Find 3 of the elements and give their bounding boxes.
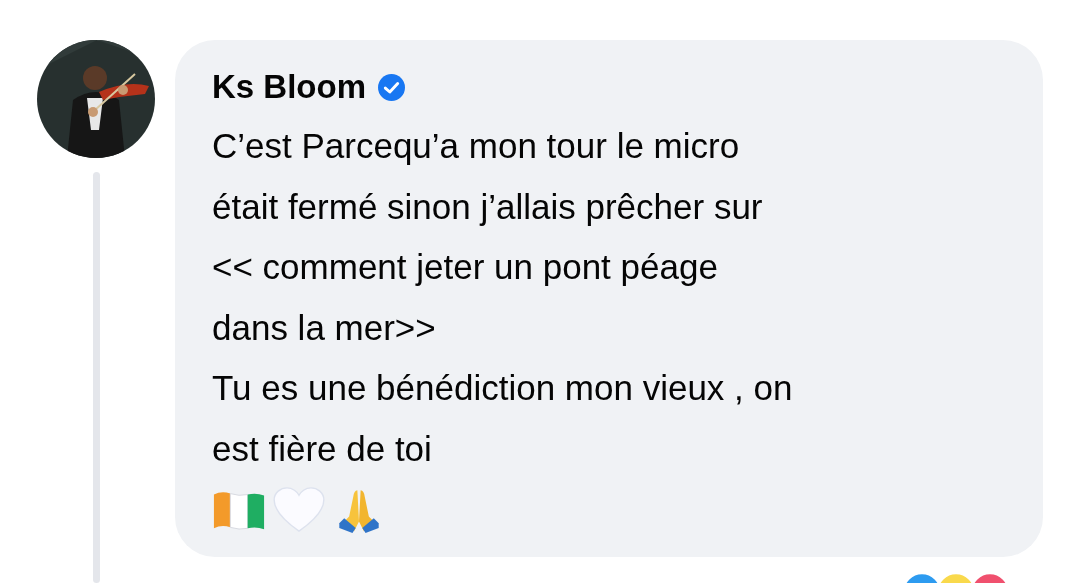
comment-text: C’est Parcequ’a mon tour le micro était fermé sinon j’allais prêcher sur << comment jeter un pont péage dans la mer>> Tu es une bénédiction mon vieux , on est fière de toi <box>212 125 794 470</box>
author-name[interactable]: Ks Bloom <box>212 68 366 106</box>
heart-icon <box>272 487 326 533</box>
